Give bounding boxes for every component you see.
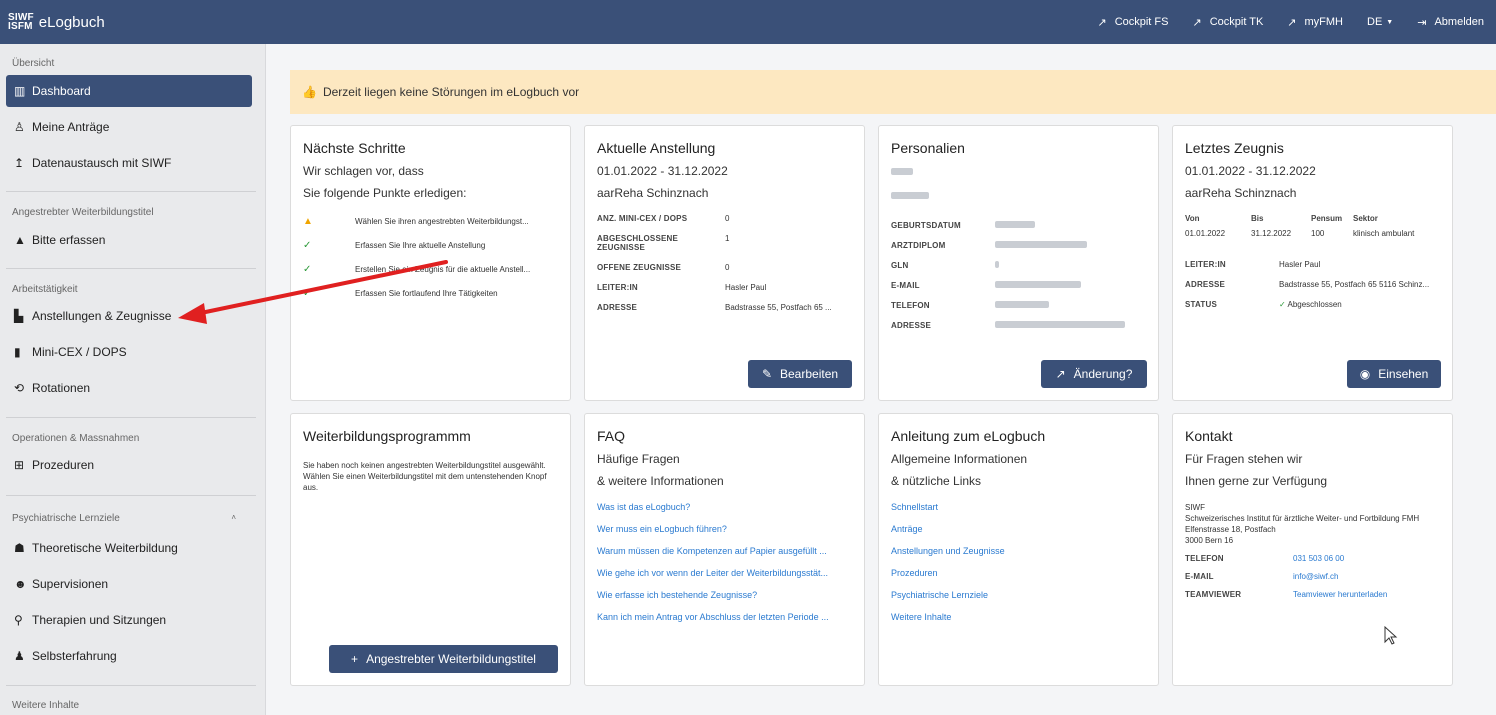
annotation-arrow (178, 260, 448, 324)
arrow-shaft (194, 260, 448, 316)
mouse-cursor-icon (1384, 626, 1398, 645)
arrow-head (178, 303, 207, 324)
